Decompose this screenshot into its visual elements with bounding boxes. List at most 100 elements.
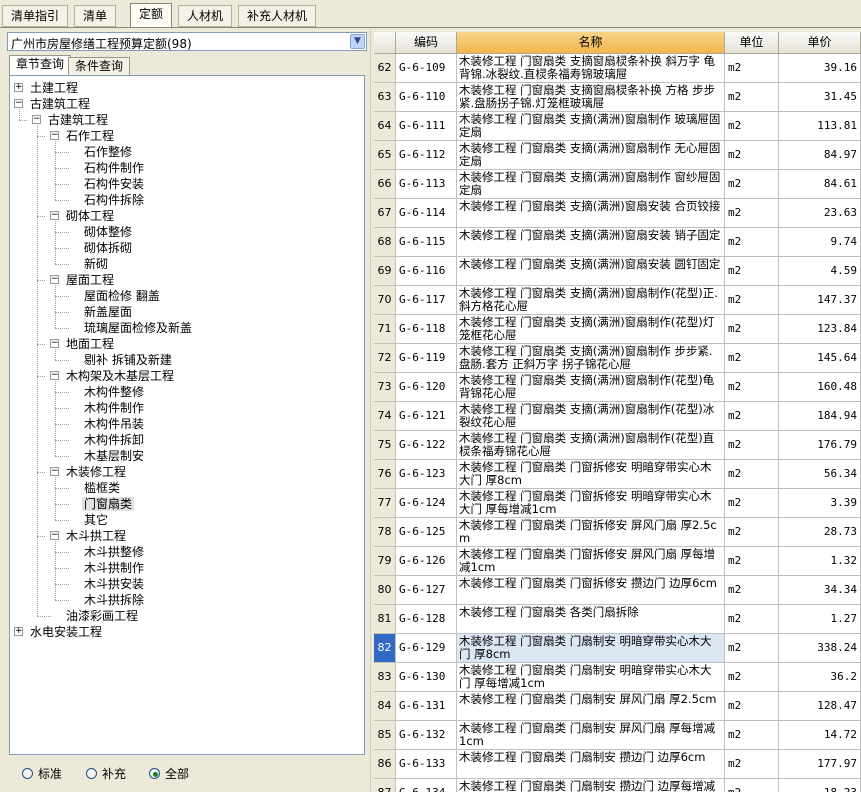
cell-code[interactable]: G-6-119 [396,344,457,373]
cell-unit[interactable]: m2 [725,547,779,576]
tab-quota[interactable]: 定额 [130,3,173,28]
tree-node[interactable]: 砌体整修 [82,224,134,240]
table-row[interactable]: 76 G-6-123 木装修工程 门窗扇类 门窗拆修安 明暗穿带实心木大门 厚8cm… [374,460,861,489]
cell-unit[interactable]: m2 [725,431,779,460]
row-index[interactable]: 75 [374,431,396,460]
table-row[interactable]: 73 G-6-120 木装修工程 门窗扇类 支摘(满洲)窗扇制作(花型)龟背锦花心屉… [374,373,861,402]
row-index[interactable]: 66 [374,170,396,199]
cell-price[interactable]: 145.64 [779,344,861,373]
cell-code[interactable]: G-6-128 [396,605,457,634]
tree-node[interactable]: 油漆彩画工程 [64,608,140,624]
row-index[interactable]: 67 [374,199,396,228]
table-row[interactable]: 74 G-6-121 木装修工程 门窗扇类 支摘(满洲)窗扇制作(花型)冰裂纹花心屉… [374,402,861,431]
cell-unit[interactable]: m2 [725,83,779,112]
cell-unit[interactable]: m2 [725,460,779,489]
cell-code[interactable]: G-6-127 [396,576,457,605]
table-row[interactable]: 72 G-6-119 木装修工程 门窗扇类 支摘(满洲)窗扇制作 步步紧.盘肠.套方… [374,344,861,373]
cell-unit[interactable]: m2 [725,576,779,605]
header-name[interactable]: 名称 [457,32,725,54]
cell-name[interactable]: 木装修工程 门窗扇类 支摘(满洲)窗扇制作(花型)直棂条福寿锦花心屉 [457,431,725,460]
cell-code[interactable]: G-6-132 [396,721,457,750]
cell-price[interactable]: 147.37 [779,286,861,315]
tree-node[interactable]: 木构架及木基层工程 [64,368,176,384]
cell-name[interactable]: 木装修工程 门窗扇类 门窗拆修安 屏风门扇 厚2.5cm [457,518,725,547]
cell-unit[interactable]: m2 [725,489,779,518]
row-index[interactable]: 65 [374,141,396,170]
table-row[interactable]: 85 G-6-132 木装修工程 门窗扇类 门扇制安 屏风门扇 厚每增减1cm m2 1… [374,721,861,750]
cell-price[interactable]: 34.34 [779,576,861,605]
cell-unit[interactable]: m2 [725,518,779,547]
tree-node[interactable]: 石构件安装 [82,176,146,192]
cell-price[interactable]: 177.97 [779,750,861,779]
table-row[interactable]: 65 G-6-112 木装修工程 门窗扇类 支摘(满洲)窗扇制作 无心屉固定扇 m2 8… [374,141,861,170]
row-index[interactable]: 77 [374,489,396,518]
table-row[interactable]: 84 G-6-131 木装修工程 门窗扇类 门扇制安 屏风门扇 厚2.5cm m2 12… [374,692,861,721]
collapse-icon[interactable]: − [32,115,41,124]
table-row[interactable]: 80 G-6-127 木装修工程 门窗扇类 门窗拆修安 攒边门 边厚6cm m2 34.… [374,576,861,605]
tree-node[interactable]: 木构件整修 [82,384,146,400]
table-row[interactable]: 83 G-6-130 木装修工程 门窗扇类 门扇制安 明暗穿带实心木大门 厚每增减1… [374,663,861,692]
tree-node[interactable]: 砌体工程 [64,208,116,224]
table-row[interactable]: 87G-6-134木装修工程 门窗扇类 门扇制安 攒边门 边厚每增减1cmm21… [374,779,861,792]
row-index[interactable]: 73 [374,373,396,402]
cell-code[interactable]: G-6-120 [396,373,457,402]
row-index[interactable]: 74 [374,402,396,431]
cell-name[interactable]: 木装修工程 门窗扇类 门扇制安 明暗穿带实心木大门 厚每增减1cm [457,663,725,692]
collapse-icon[interactable]: − [50,531,59,540]
table-row[interactable]: 82 G-6-129 木装修工程 门窗扇类 门扇制安 明暗穿带实心木大门 厚8cm m… [374,634,861,663]
cell-code[interactable]: G-6-130 [396,663,457,692]
cell-unit[interactable]: m2 [725,373,779,402]
tree-node[interactable]: 木斗拱制作 [82,560,146,576]
expand-icon[interactable]: + [14,627,23,636]
cell-unit[interactable]: m2 [725,779,779,792]
tree-node[interactable]: 木斗拱安装 [82,576,146,592]
cell-code[interactable]: G-6-115 [396,228,457,257]
cell-code[interactable]: G-6-134 [396,779,457,792]
tree-node[interactable]: 土建工程 [28,80,80,96]
radio-all[interactable]: 全部 [149,765,189,783]
table-row[interactable]: 75 G-6-122 木装修工程 门窗扇类 支摘(满洲)窗扇制作(花型)直棂条福寿锦… [374,431,861,460]
tree-node[interactable]: 新盖屋面 [82,304,134,320]
row-index[interactable]: 71 [374,315,396,344]
row-index[interactable]: 84 [374,692,396,721]
cell-name[interactable]: 木装修工程 门窗扇类 门扇制安 攒边门 边厚每增减1cm [457,779,725,792]
chapter-tree[interactable]: 土建工程 + 古建筑工程 − 古建筑工程 − 石作工程 − 石作整修 石构件制作 石构件安装 石构件拆… [9,75,365,755]
tab-chapter-query[interactable]: 章节查询 [9,55,72,76]
cell-price[interactable]: 4.59 [779,257,861,286]
cell-name[interactable]: 木装修工程 门窗扇类 支摘(满洲)窗扇制作(花型)冰裂纹花心屉 [457,402,725,431]
tree-node[interactable]: 木斗拱工程 [64,528,128,544]
cell-code[interactable]: G-6-121 [396,402,457,431]
cell-name[interactable]: 木装修工程 门窗扇类 支摘(满洲)窗扇制作 无心屉固定扇 [457,141,725,170]
row-index[interactable]: 72 [374,344,396,373]
table-row[interactable]: 69 G-6-116 木装修工程 门窗扇类 支摘(满洲)窗扇安装 圆钉固定 m2 4.5… [374,257,861,286]
tree-node[interactable]: 木构件吊装 [82,416,146,432]
tab-bill-guide[interactable]: 清单指引 [2,5,69,27]
radio-supplementary[interactable]: 补充 [86,765,126,783]
tree-node[interactable]: 槛框类 [82,480,122,496]
cell-price[interactable]: 18.23 [779,779,861,792]
cell-price[interactable]: 113.81 [779,112,861,141]
cell-unit[interactable]: m2 [725,315,779,344]
cell-name[interactable]: 木装修工程 门窗扇类 门扇制安 屏风门扇 厚2.5cm [457,692,725,721]
cell-code[interactable]: G-6-111 [396,112,457,141]
cell-unit[interactable]: m2 [725,141,779,170]
cell-price[interactable]: 84.97 [779,141,861,170]
cell-name[interactable]: 木装修工程 门窗扇类 门窗拆修安 明暗穿带实心木大门 厚8cm [457,460,725,489]
tree-node[interactable]: 木基层制安 [82,448,146,464]
table-row[interactable]: 66 G-6-113 木装修工程 门窗扇类 支摘(满洲)窗扇制作 窗纱屉固定扇 m2 8… [374,170,861,199]
cell-price[interactable]: 39.16 [779,54,861,83]
tree-node[interactable]: 古建筑工程 [28,96,92,112]
tab-labor-material-machine[interactable]: 人材机 [178,5,233,27]
table-row[interactable]: 71 G-6-118 木装修工程 门窗扇类 支摘(满洲)窗扇制作(花型)灯笼框花心屉… [374,315,861,344]
cell-code[interactable]: G-6-131 [396,692,457,721]
table-row[interactable]: 64 G-6-111 木装修工程 门窗扇类 支摘(满洲)窗扇制作 玻璃屉固定扇 m2 1… [374,112,861,141]
cell-price[interactable]: 128.47 [779,692,861,721]
cell-unit[interactable]: m2 [725,721,779,750]
cell-unit[interactable]: m2 [725,402,779,431]
cell-unit[interactable]: m2 [725,228,779,257]
cell-code[interactable]: G-6-122 [396,431,457,460]
table-row[interactable]: 79 G-6-126 木装修工程 门窗扇类 门窗拆修安 屏风门扇 厚每增减1cm m2… [374,547,861,576]
cell-name[interactable]: 木装修工程 门窗扇类 支摘(满洲)窗扇安装 销子固定 [457,228,725,257]
cell-code[interactable]: G-6-129 [396,634,457,663]
row-index[interactable]: 64 [374,112,396,141]
